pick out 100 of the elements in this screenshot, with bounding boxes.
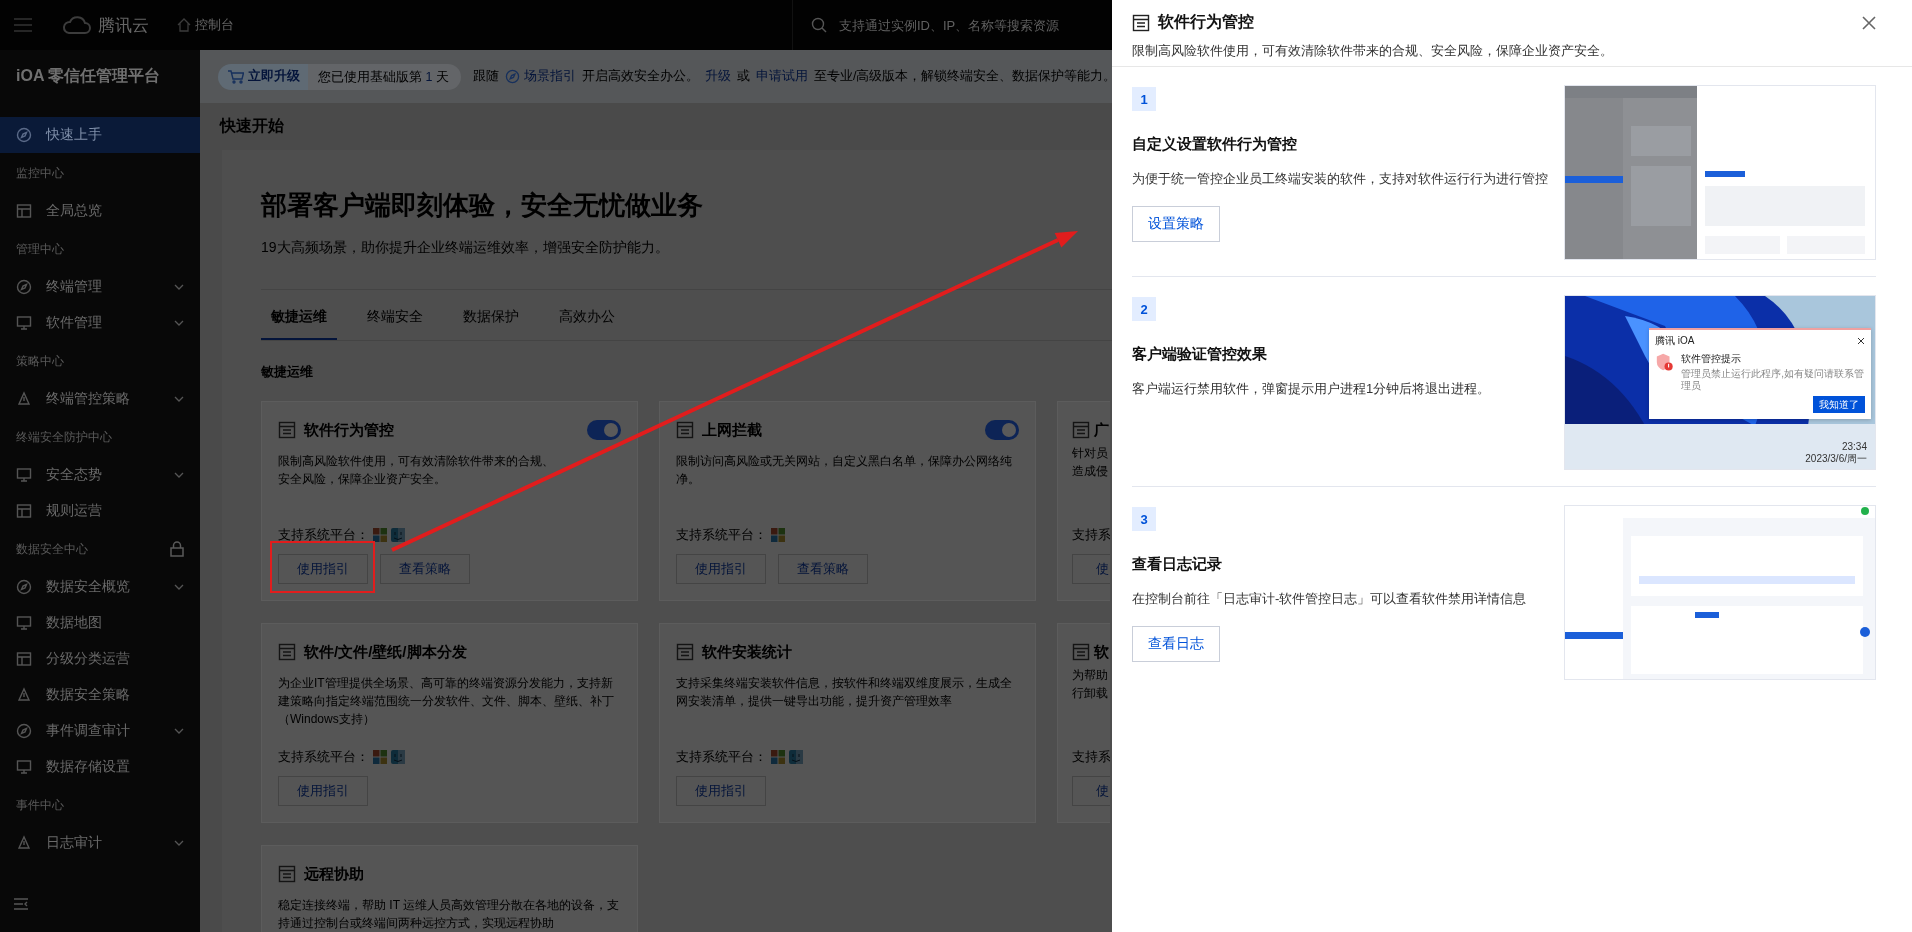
card-action-button[interactable]: 查看策略	[778, 554, 868, 584]
menu-item-icon	[16, 127, 32, 143]
step-number: 3	[1132, 507, 1156, 531]
cloud-logo-icon	[62, 15, 92, 35]
card-description: 针对员	[1072, 445, 1109, 462]
clock-date: 2023/3/6/周一	[1805, 453, 1867, 465]
drawer-subtitle: 限制高风险软件使用，可有效清除软件带来的合规、安全风险，保障企业资产安全。	[1132, 42, 1614, 60]
home-icon	[177, 18, 191, 32]
compass-icon	[504, 69, 520, 84]
window-icon	[278, 643, 296, 661]
platform-label: 支持系统平台：	[278, 748, 369, 766]
sidebar-item[interactable]: 数据安全策略	[0, 677, 200, 713]
popup-message: 管理员禁止运行此程序,如有疑问请联系管理员	[1681, 368, 1865, 392]
shield-warning-icon	[1655, 352, 1674, 372]
console-link[interactable]: 控制台	[177, 16, 234, 34]
confirm-button[interactable]: 我知道了	[1813, 396, 1865, 413]
card-action-button[interactable]: 使用指引	[278, 554, 368, 584]
step-action-button[interactable]: 设置策略	[1132, 206, 1220, 242]
category-tab[interactable]: 高效办公	[549, 302, 625, 340]
cart-icon	[228, 69, 244, 84]
step-title: 客户端验证管控效果	[1132, 345, 1268, 364]
sidebar-item[interactable]: 软件管理	[0, 305, 200, 341]
menu-group-label: 事件中心	[16, 796, 64, 814]
upgrade-button[interactable]: 立即升级	[218, 63, 310, 90]
window-icon	[676, 421, 694, 439]
sidebar-item[interactable]: 分级分类运营	[0, 641, 200, 677]
finder-icon	[391, 528, 405, 542]
menu-item-icon	[16, 579, 32, 595]
step-number: 1	[1132, 87, 1156, 111]
card-description: 为帮助	[1072, 667, 1109, 684]
popup-title: 软件管控提示	[1681, 352, 1743, 366]
sidebar-item[interactable]: 事件调查审计	[0, 713, 200, 749]
platform-label: 支持系统平台：	[676, 526, 767, 544]
menu-item-icon	[16, 615, 32, 631]
window-icon	[278, 421, 296, 439]
menu-item-icon	[16, 503, 32, 519]
card-title: 软	[1094, 642, 1110, 662]
platform-label: 支持系统平台：	[278, 526, 369, 544]
card-description: 限制高风险软件使用，可有效清除软件带来的合规、安全风险，保障企业资产安全。	[278, 453, 555, 488]
sidebar-item[interactable]: 终端管理	[0, 269, 200, 305]
step-action-button[interactable]: 查看日志	[1132, 626, 1220, 662]
category-tab[interactable]: 数据保护	[453, 302, 529, 340]
card-action-button[interactable]: 使用指引	[676, 554, 766, 584]
step-title: 查看日志记录	[1132, 555, 1223, 574]
card-description: 限制访问高风险或无关网站，自定义黑白名单，保障办公网络纯净。	[676, 453, 1013, 488]
drawer-title: 软件行为管控	[1158, 12, 1255, 32]
close-icon[interactable]	[1862, 15, 1876, 30]
toggle-switch[interactable]	[985, 420, 1019, 440]
card-title: 软件安装统计	[702, 642, 793, 662]
close-icon[interactable]	[1857, 337, 1865, 345]
banner-link[interactable]: 升级	[704, 68, 731, 85]
menu-item-icon	[16, 759, 32, 775]
sidebar-item[interactable]: 快速上手	[0, 117, 200, 153]
window-icon	[676, 643, 694, 661]
menu-group-label: 监控中心	[16, 164, 64, 182]
card-description: 为企业IT管理提供全场景、高可靠的终端资源分发能力，支持新建策略向指定终端范围统一分发软件、文件、脚本、壁纸、补丁（Windows支持）	[278, 675, 615, 728]
windows-icon	[771, 750, 785, 764]
platform-label: 支持系	[1072, 526, 1110, 544]
popup-app-name: 腾讯 iOA	[1655, 334, 1695, 348]
platform-title: iOA 零信任管理平台	[15, 66, 162, 86]
trial-days-badge: 您已使用基础版第 1 天	[308, 63, 461, 90]
category-tab[interactable]: 终端安全	[357, 302, 433, 340]
brand-name: 腾讯云	[98, 14, 149, 37]
sidebar-item[interactable]: 规则运营	[0, 493, 200, 529]
collapse-menu-icon[interactable]	[14, 898, 28, 910]
windows-icon	[771, 528, 785, 542]
card-description: 稳定连接终端，帮助 IT 运维人员高效管理分散在各地的设备，支持通过控制台或终端间两种远控方式，实现远程协助	[278, 897, 621, 932]
sidebar-item[interactable]: 数据存储设置	[0, 749, 200, 785]
guide-link[interactable]: 场景指引	[504, 68, 576, 85]
card-action-button[interactable]: 使用指引	[278, 776, 368, 806]
window-icon	[278, 865, 296, 883]
card-title: 广	[1094, 420, 1110, 440]
banner-link[interactable]: 申请试用	[755, 68, 808, 85]
menu-group-label: 数据安全中心	[16, 540, 88, 558]
menu-item-icon	[16, 203, 32, 219]
banner-text: 或	[736, 68, 750, 85]
sidebar-item[interactable]: 数据安全概览	[0, 569, 200, 605]
sidebar-item[interactable]: 数据地图	[0, 605, 200, 641]
step-number: 2	[1132, 297, 1156, 321]
platform-label: 支持系	[1072, 748, 1110, 766]
sidebar-item[interactable]: 日志审计	[0, 825, 200, 861]
hero-subtitle: 19大高频场景，助你提升企业终端运维效率，增强安全防护能力。	[261, 239, 670, 257]
banner-text: 至专业/高级版本，解锁终端安全、数据保护等能力。	[813, 68, 1112, 85]
menu-icon[interactable]	[14, 17, 32, 33]
toggle-switch[interactable]	[587, 420, 621, 440]
sidebar-item[interactable]: 终端管控策略	[0, 381, 200, 417]
menu-item-icon	[16, 467, 32, 483]
card-title: 软件行为管控	[304, 420, 395, 440]
category-tab[interactable]: 敏捷运维	[261, 302, 337, 340]
finder-icon	[789, 750, 803, 764]
banner-text: 开启高效安全办公。	[581, 68, 699, 85]
card-action-button[interactable]: 使用指引	[676, 776, 766, 806]
menu-group-label: 终端安全防护中心	[16, 428, 112, 446]
banner-text: 跟随	[472, 68, 499, 85]
sidebar-item[interactable]: 全局总览	[0, 193, 200, 229]
menu-item-icon	[16, 651, 32, 667]
step-description: 客户端运行禁用软件，弹窗提示用户进程1分钟后将退出进程。	[1132, 380, 1492, 398]
sidebar-item[interactable]: 安全态势	[0, 457, 200, 493]
card-action-button[interactable]: 查看策略	[380, 554, 470, 584]
search-field[interactable]: 支持通过实例ID、IP、名称等搜索资源	[837, 16, 1111, 34]
